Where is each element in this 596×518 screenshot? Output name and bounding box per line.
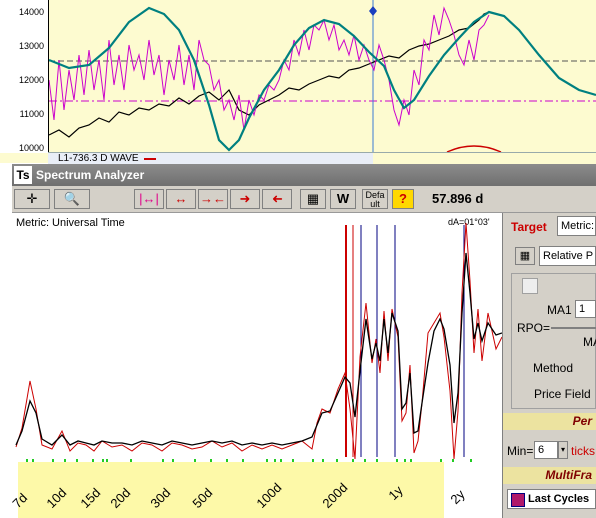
shift-right-button[interactable]: ➜ bbox=[230, 189, 260, 209]
min-label: Min= bbox=[507, 444, 534, 458]
spectrum-analyzer-window[interactable]: Ts Spectrum Analyzer ✛ 🔍 |↔| ↔ →← ➜ ➜ ▦ … bbox=[9, 164, 596, 518]
relative-dropdown-value: Relative P bbox=[543, 250, 594, 262]
grid-button[interactable]: ▦ bbox=[515, 247, 535, 265]
range-contract-button[interactable]: →← bbox=[198, 189, 228, 209]
last-cycles-label: Last Cycles bbox=[528, 493, 590, 505]
wave-label: L1-736.3 D WAVE bbox=[58, 153, 139, 164]
method-label: Method bbox=[533, 361, 574, 375]
ma1-label: MA1 bbox=[547, 303, 572, 317]
price-field-label: Price Field bbox=[534, 387, 591, 401]
x-tick-label: 100d bbox=[253, 479, 285, 511]
spectrum-x-axis: 7d 10d 15d 20d 30d 50d 100d 200d 1y 2y bbox=[9, 462, 502, 518]
grid-icon: ▦ bbox=[519, 250, 531, 262]
zoom-button[interactable]: 🔍 bbox=[54, 189, 90, 209]
y-tick: 11000 bbox=[19, 109, 44, 119]
y-tick: 13000 bbox=[18, 41, 44, 51]
y-tick: 10000 bbox=[18, 143, 44, 153]
ma1-input[interactable]: 1 bbox=[575, 300, 596, 318]
w-icon: W bbox=[336, 191, 350, 206]
period-readout: 57.896 d bbox=[432, 191, 484, 206]
wave-legend-swatch bbox=[144, 158, 156, 160]
metric-dropdown[interactable]: Metric: bbox=[557, 216, 596, 236]
x-tick-label: 10d bbox=[43, 485, 70, 511]
toolbar: ✛ 🔍 |↔| ↔ →← ➜ ➜ ▦ W Defa ult ? 57.896 d bbox=[12, 186, 596, 213]
spinner-icon: ▾ bbox=[560, 445, 565, 454]
price-series-line bbox=[49, 11, 490, 138]
cursor-marker-icon bbox=[369, 6, 377, 16]
w-button[interactable]: W bbox=[330, 189, 356, 209]
zoom-icon: 🔍 bbox=[63, 191, 81, 206]
range-expand-icon: |↔| bbox=[139, 191, 159, 206]
default-button[interactable]: Defa ult bbox=[362, 189, 388, 209]
y-tick: 14000 bbox=[18, 7, 44, 17]
range-expand-button[interactable]: |↔| bbox=[134, 189, 164, 209]
last-cycles-dropdown[interactable]: Last Cycles bbox=[507, 489, 596, 509]
crosshair-button[interactable]: ✛ bbox=[14, 189, 50, 209]
app-logo-icon: Ts bbox=[14, 166, 32, 184]
rpo-slider[interactable] bbox=[551, 327, 596, 329]
x-tick-label: 15d bbox=[77, 485, 104, 511]
multifra-section-header: MultiFra bbox=[503, 467, 596, 484]
shift-left-button[interactable]: ➜ bbox=[262, 189, 292, 209]
x-tick-label: 30d bbox=[147, 485, 174, 511]
x-tick-label: 50d bbox=[189, 485, 216, 511]
min-spinner[interactable]: ▾ bbox=[558, 441, 568, 459]
x-axis-margin bbox=[12, 462, 18, 518]
top-chart-plot[interactable] bbox=[49, 0, 596, 152]
group-tab bbox=[522, 278, 538, 294]
crosshair-icon: ✛ bbox=[26, 191, 38, 206]
y-tick: 12000 bbox=[18, 75, 44, 85]
cycle-series-line bbox=[49, 6, 490, 131]
x-tick-label: 200d bbox=[319, 479, 351, 511]
x-tick-label: 20d bbox=[107, 485, 134, 511]
top-footer-highlight bbox=[373, 153, 596, 164]
ma-label: MA bbox=[583, 335, 596, 349]
top-chart-footer: L1-736.3 D WAVE bbox=[48, 152, 596, 164]
top-price-chart[interactable]: 14000 13000 12000 11000 10000 L1-736.3 D… bbox=[0, 0, 596, 164]
min-input[interactable]: 6 bbox=[534, 441, 558, 459]
window-title: Spectrum Analyzer bbox=[36, 168, 145, 182]
spectrum-smoothed-line bbox=[15, 252, 502, 446]
x-tick-label: 1y bbox=[385, 482, 406, 503]
top-chart-y-axis: 14000 13000 12000 11000 10000 bbox=[0, 0, 49, 153]
help-icon: ? bbox=[399, 191, 407, 206]
window-titlebar[interactable]: Ts Spectrum Analyzer bbox=[12, 164, 596, 186]
relative-dropdown[interactable]: Relative P bbox=[539, 246, 596, 266]
spectrum-raw-line bbox=[15, 222, 502, 460]
arrow-right-icon: ➜ bbox=[239, 191, 251, 206]
help-button[interactable]: ? bbox=[392, 189, 414, 209]
spectrum-plot[interactable] bbox=[12, 213, 502, 468]
arrow-left-icon: ➜ bbox=[271, 191, 283, 206]
rpo-label: RPO= bbox=[517, 321, 551, 335]
side-control-panel: Target Metric: ▦ Relative P MA1 1 RPO= M… bbox=[503, 213, 596, 518]
target-tab[interactable]: Target bbox=[511, 220, 547, 234]
metric-dropdown-value: Metric: bbox=[561, 220, 594, 232]
min-input-value: 6 bbox=[538, 444, 545, 456]
per-section-header: Per bbox=[503, 413, 596, 430]
pattern-button[interactable]: ▦ bbox=[300, 189, 326, 209]
default-icon: Defa ult bbox=[365, 190, 385, 209]
ticks-label: ticks bbox=[571, 444, 595, 458]
spectrum-plot-panel[interactable]: Metric: Universal Time dA=01°03' 7d 10d … bbox=[9, 213, 503, 518]
pattern-icon: ▦ bbox=[306, 191, 320, 206]
range-arrows-icon: ↔ bbox=[174, 191, 188, 206]
range-arrows-button[interactable]: ↔ bbox=[166, 189, 196, 209]
range-contract-icon: →← bbox=[200, 191, 226, 206]
ma1-input-value: 1 bbox=[579, 303, 586, 315]
color-swatch-icon bbox=[511, 493, 525, 507]
